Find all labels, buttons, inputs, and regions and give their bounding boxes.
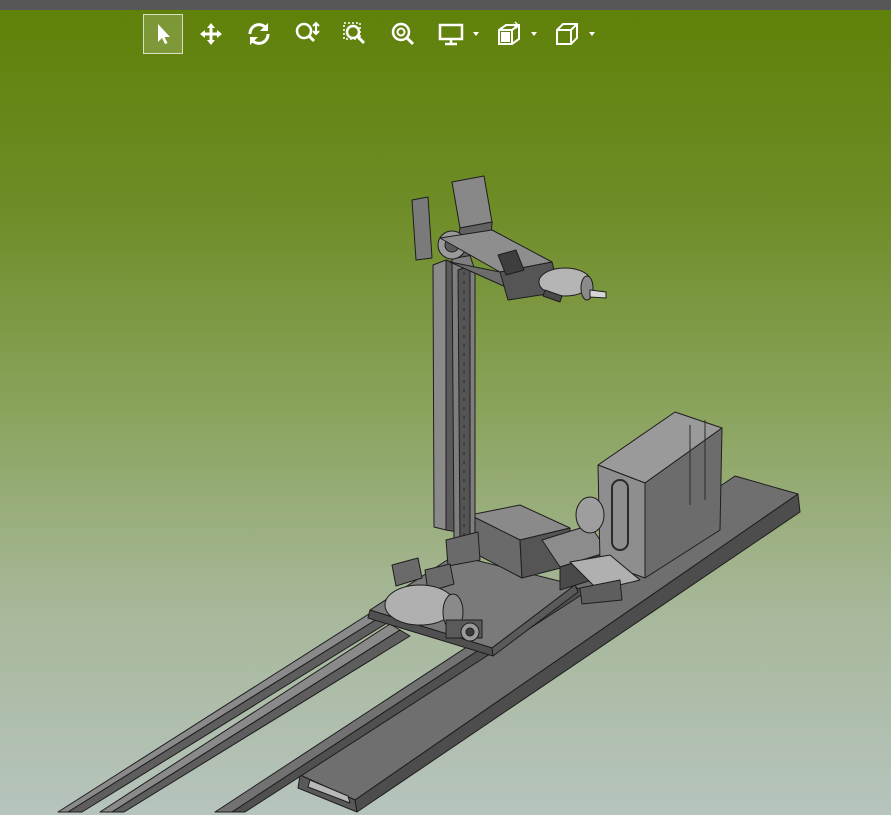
3d-viewport[interactable] bbox=[0, 0, 891, 815]
vertical-column[interactable] bbox=[432, 249, 481, 567]
cad-model[interactable] bbox=[0, 0, 891, 815]
